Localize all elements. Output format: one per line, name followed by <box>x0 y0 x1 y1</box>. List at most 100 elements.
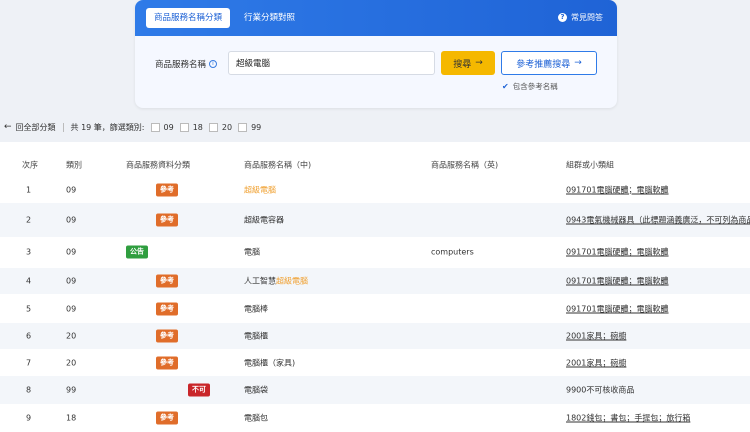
row-group[interactable]: 091701電腦硬體；電腦軟體 <box>566 184 669 195</box>
row-class: 09 <box>66 247 77 257</box>
status-badge: 參考 <box>156 356 178 370</box>
name-highlight: 超級電腦 <box>244 185 276 194</box>
row-class: 99 <box>66 385 77 395</box>
row-seq: 8 <box>26 385 32 395</box>
search-input[interactable] <box>228 51 435 75</box>
table-header: 次序 類別 商品服務資料分類 商品服務名稱（中) 商品服務名稱（英) 組群或小類… <box>0 152 750 178</box>
results-table: 次序 類別 商品服務資料分類 商品服務名稱（中) 商品服務名稱（英) 組群或小類… <box>0 142 750 432</box>
row-seq: 7 <box>26 358 32 368</box>
class-filter-99[interactable]: 99 <box>238 122 262 132</box>
row-class: 18 <box>66 413 77 423</box>
row-name-zh: 人工智慧超級電腦 <box>244 276 308 287</box>
col-name-zh: 商品服務名稱（中) <box>244 160 312 170</box>
col-group: 組群或小類組 <box>566 160 614 170</box>
tab-goods-classification[interactable]: 商品服務名稱分類 <box>146 8 231 28</box>
table-row: 1 09 參考 超級電腦 091701電腦硬體；電腦軟體 <box>0 177 750 202</box>
status-badge: 參考 <box>156 329 178 343</box>
table-row: 6 20 參考 電腦櫃 2001家具；碗櫥 <box>0 323 750 349</box>
row-class: 20 <box>66 358 77 368</box>
row-class: 20 <box>66 331 77 341</box>
checkbox[interactable] <box>150 122 160 132</box>
row-group[interactable]: 091701電腦硬體；電腦軟體 <box>566 247 669 258</box>
class-filter-label: 09 <box>163 122 174 132</box>
table-row: 4 09 參考 人工智慧超級電腦 091701電腦硬體；電腦軟體 <box>0 268 750 294</box>
class-filter-09[interactable]: 09 <box>150 122 174 132</box>
checkmark-icon: ✔ <box>502 82 509 91</box>
status-badge: 參考 <box>156 274 178 288</box>
table-row: 9 18 參考 電腦包 1802錢包；書包；手提包；旅行箱 <box>0 404 750 432</box>
name-prefix: 電腦包 <box>244 413 268 423</box>
name-prefix: 超級電容器 <box>244 215 284 225</box>
col-name-en: 商品服務名稱（英) <box>431 160 499 170</box>
tab-industry-mapping[interactable]: 行業分類對照 <box>244 8 295 28</box>
status-badge: 參考 <box>156 302 178 316</box>
info-icon[interactable]: i <box>209 60 218 68</box>
row-seq: 5 <box>26 304 32 314</box>
table-row: 7 20 參考 電腦櫃（家具) 2001家具；碗櫥 <box>0 350 750 376</box>
row-group[interactable]: 2001家具；碗櫥 <box>566 331 626 342</box>
name-prefix: 電腦櫃（家具) <box>244 358 296 368</box>
question-icon: ? <box>558 13 567 22</box>
row-class: 09 <box>66 185 77 194</box>
card-header: 商品服務名稱分類 行業分類對照 ? 常見問答 <box>135 0 617 36</box>
faq-label: 常見問答 <box>571 13 603 22</box>
row-group[interactable]: 2001家具；碗櫥 <box>566 358 626 369</box>
row-class: 09 <box>66 215 77 225</box>
back-all-link[interactable]: ← 回全部分類 <box>4 122 56 133</box>
status-badge: 不可 <box>188 383 210 397</box>
search-field-label: 商品服務名稱 i <box>155 58 218 70</box>
row-seq: 1 <box>26 185 32 194</box>
search-card: 商品服務名稱分類 行業分類對照 ? 常見問答 商品服務名稱 i 搜尋 → 參考推… <box>135 0 617 108</box>
row-name-zh: 電腦櫃（家具) <box>244 358 295 369</box>
row-class: 09 <box>66 276 77 286</box>
table-row: 3 09 公告 電腦 computers 091701電腦硬體；電腦軟體 <box>0 238 750 266</box>
name-prefix: 電腦櫃 <box>244 331 268 341</box>
include-ref-checkbox[interactable]: ✔ 包含參考名稱 <box>502 81 558 92</box>
row-seq: 3 <box>26 247 32 257</box>
class-filter-label: 18 <box>192 122 203 132</box>
filter-bar: ← 回全部分類 共 19 筆，篩選類別: 09 18 20 99 <box>4 120 261 134</box>
divider <box>62 122 64 132</box>
status-badge: 參考 <box>156 213 178 227</box>
search-button[interactable]: 搜尋 → <box>441 51 495 75</box>
row-name-zh: 電腦棒 <box>244 304 268 315</box>
row-seq: 4 <box>26 276 32 286</box>
class-filter-label: 20 <box>221 122 233 132</box>
search-button-label: 搜尋 <box>453 59 472 70</box>
name-prefix: 電腦棒 <box>244 304 268 314</box>
class-filter-18[interactable]: 18 <box>179 122 203 132</box>
row-group[interactable]: 091701電腦硬體；電腦軟體 <box>566 304 669 315</box>
name-prefix: 人工智慧 <box>244 276 276 286</box>
arrow-right-icon: → <box>574 58 582 68</box>
checkbox[interactable] <box>208 122 218 132</box>
name-prefix: 電腦袋 <box>244 385 268 395</box>
class-filter-20[interactable]: 20 <box>208 122 233 132</box>
result-summary: 共 19 筆，篩選類別: <box>70 122 145 132</box>
include-ref-label: 包含參考名稱 <box>512 82 558 91</box>
row-group[interactable]: 1802錢包；書包；手提包；旅行箱 <box>566 413 690 424</box>
checkbox[interactable] <box>179 122 189 132</box>
row-name-zh: 電腦櫃 <box>244 331 268 342</box>
row-name-zh: 電腦袋 <box>244 385 268 396</box>
back-all-label: 回全部分類 <box>15 122 56 132</box>
row-name-zh: 超級電容器 <box>244 215 284 226</box>
status-badge: 參考 <box>156 183 178 196</box>
faq-link[interactable]: ? 常見問答 <box>558 12 603 23</box>
ref-search-button[interactable]: 參考推薦搜尋 → <box>501 51 597 75</box>
checkbox[interactable] <box>238 122 248 132</box>
col-data-category: 商品服務資料分類 <box>126 160 190 170</box>
table-row: 5 09 參考 電腦棒 091701電腦硬體；電腦軟體 <box>0 295 750 323</box>
name-highlight: 超級電腦 <box>276 276 308 286</box>
arrow-left-icon: ← <box>4 122 12 132</box>
row-name-zh: 電腦包 <box>244 413 268 424</box>
row-group: 9900不可核收商品 <box>566 385 635 395</box>
col-seq: 次序 <box>22 160 38 170</box>
row-seq: 9 <box>26 413 32 423</box>
status-badge: 參考 <box>156 411 178 425</box>
class-filter-label: 99 <box>251 122 262 132</box>
row-class: 09 <box>66 304 77 314</box>
row-group[interactable]: 091701電腦硬體；電腦軟體 <box>566 276 669 287</box>
row-name-zh: 超級電腦 <box>244 184 276 195</box>
table-row: 2 09 參考 超級電容器 0943電氣機械器具（此標題涵義廣泛，不可列為商品名稱） <box>0 203 750 237</box>
row-group[interactable]: 0943電氣機械器具（此標題涵義廣泛，不可列為商品名稱） <box>566 215 750 226</box>
